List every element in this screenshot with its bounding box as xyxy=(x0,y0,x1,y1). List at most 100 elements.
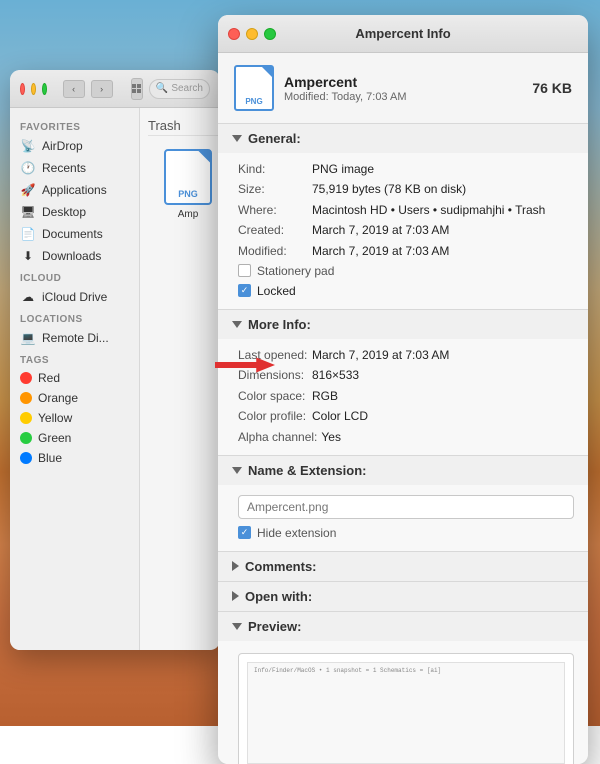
sidebar-tag-red[interactable]: Red xyxy=(10,368,139,388)
name-extension-content: ✓ Hide extension xyxy=(218,485,588,551)
kind-label: Kind: xyxy=(238,159,308,179)
sidebar-item-recents[interactable]: 🕐 Recents xyxy=(10,157,139,179)
general-section-header[interactable]: General: xyxy=(218,124,588,153)
created-label: Created: xyxy=(238,220,308,240)
more-info-section-title: More Info: xyxy=(248,317,311,332)
name-extension-title: Name & Extension: xyxy=(248,463,366,478)
sidebar-label-applications: Applications xyxy=(42,183,107,197)
tag-label-orange: Orange xyxy=(38,391,78,405)
more-info-triangle-icon xyxy=(232,321,242,328)
sidebar-item-icloud-drive[interactable]: ☁ iCloud Drive xyxy=(10,286,139,308)
search-bar[interactable]: 🔍 Search xyxy=(149,79,210,99)
sidebar-tag-orange[interactable]: Orange xyxy=(10,388,139,408)
hide-extension-label: Hide extension xyxy=(257,526,336,540)
info-header: PNG Ampercent Modified: Today, 7:03 AM 7… xyxy=(218,53,588,124)
modified-label: Modified: xyxy=(238,241,308,261)
alpha-channel-value: Yes xyxy=(321,427,574,447)
minimize-button[interactable] xyxy=(31,83,36,95)
preview-section-header[interactable]: Preview: xyxy=(218,612,588,641)
stationery-checkbox[interactable] xyxy=(238,264,251,277)
finder-file-icon: PNG xyxy=(164,149,212,205)
info-body: General: Kind: PNG image Size: 75,919 by… xyxy=(218,124,588,764)
favorites-label: Favorites xyxy=(10,116,139,135)
locked-checkbox[interactable]: ✓ xyxy=(238,284,251,297)
finder-titlebar: ‹ › 🔍 Search xyxy=(10,70,220,108)
red-arrow-indicator xyxy=(215,355,275,375)
finder-file-name: Amp xyxy=(178,209,199,220)
size-value: 75,919 bytes (78 KB on disk) xyxy=(312,179,574,199)
sidebar-tag-green[interactable]: Green xyxy=(10,428,139,448)
preview-triangle-icon xyxy=(232,623,242,630)
color-profile-label: Color profile: xyxy=(238,406,308,426)
filename-input[interactable] xyxy=(238,495,574,519)
search-icon: 🔍 xyxy=(156,83,168,94)
size-label: Size: xyxy=(238,179,308,199)
back-button[interactable]: ‹ xyxy=(63,80,85,98)
last-opened-row: Last opened: March 7, 2019 at 7:03 AM xyxy=(238,345,574,365)
forward-button[interactable]: › xyxy=(91,80,113,98)
sidebar-label-desktop: Desktop xyxy=(42,205,86,219)
icloud-icon: ☁ xyxy=(20,289,36,305)
where-label: Where: xyxy=(238,200,308,220)
red-dot xyxy=(20,372,32,384)
open-with-section: Open with: xyxy=(218,582,588,612)
recents-icon: 🕐 xyxy=(20,160,36,176)
color-profile-row: Color profile: Color LCD xyxy=(238,406,574,426)
sidebar-label-icloud-drive: iCloud Drive xyxy=(42,290,107,304)
tag-label-green: Green xyxy=(38,431,71,445)
green-dot xyxy=(20,432,32,444)
open-with-triangle-icon xyxy=(232,591,239,601)
sidebar-item-applications[interactable]: 🚀 Applications xyxy=(10,179,139,201)
locked-row[interactable]: ✓ Locked xyxy=(238,281,574,301)
info-filesize: 76 KB xyxy=(532,80,572,96)
open-with-section-header[interactable]: Open with: xyxy=(218,582,588,611)
name-extension-header[interactable]: Name & Extension: xyxy=(218,456,588,485)
modified-value: March 7, 2019 at 7:03 AM xyxy=(312,241,574,261)
info-close-button[interactable] xyxy=(228,28,240,40)
info-titlebar: Ampercent Info xyxy=(218,15,588,53)
sidebar-label-documents: Documents xyxy=(42,227,103,241)
finder-file-item[interactable]: PNG Amp xyxy=(148,144,220,224)
maximize-button[interactable] xyxy=(42,83,47,95)
last-opened-value: March 7, 2019 at 7:03 AM xyxy=(312,345,574,365)
locked-label: Locked xyxy=(257,284,296,298)
sidebar-item-remote[interactable]: 💻 Remote Di... xyxy=(10,327,139,349)
more-info-section-header[interactable]: More Info: xyxy=(218,310,588,339)
locations-label: Locations xyxy=(10,308,139,327)
preview-section-content: Info/Finder/MacOS • 1 snapshot = 1 Schem… xyxy=(218,641,588,764)
sidebar-item-desktop[interactable]: 🖥 Desktop xyxy=(10,201,139,223)
general-section-content: Kind: PNG image Size: 75,919 bytes (78 K… xyxy=(218,153,588,309)
sidebar-item-downloads[interactable]: ⬇ Downloads xyxy=(10,245,139,267)
orange-dot xyxy=(20,392,32,404)
sidebar-label-airdrop: AirDrop xyxy=(42,139,83,153)
applications-icon: 🚀 xyxy=(20,182,36,198)
sidebar-tag-yellow[interactable]: Yellow xyxy=(10,408,139,428)
preview-inner: Info/Finder/MacOS • 1 snapshot = 1 Schem… xyxy=(247,662,565,764)
finder-body: Favorites 📡 AirDrop 🕐 Recents 🚀 Applicat… xyxy=(10,108,220,650)
tag-label-yellow: Yellow xyxy=(38,411,72,425)
tag-label-red: Red xyxy=(38,371,60,385)
sidebar-item-airdrop[interactable]: 📡 AirDrop xyxy=(10,135,139,157)
comments-section-header[interactable]: Comments: xyxy=(218,552,588,581)
view-toggle[interactable] xyxy=(131,78,143,100)
stationery-row[interactable]: Stationery pad xyxy=(238,261,574,281)
hide-extension-checkbox[interactable]: ✓ xyxy=(238,526,251,539)
info-maximize-button[interactable] xyxy=(264,28,276,40)
general-created-row: Created: March 7, 2019 at 7:03 AM xyxy=(238,220,574,240)
kind-value: PNG image xyxy=(312,159,574,179)
hide-extension-row[interactable]: ✓ Hide extension xyxy=(238,523,574,543)
close-button[interactable] xyxy=(20,83,25,95)
dimensions-value: 816×533 xyxy=(312,365,574,385)
blue-dot xyxy=(20,452,32,464)
sidebar-tag-blue[interactable]: Blue xyxy=(10,448,139,468)
more-info-section: More Info: Last opened: March 7, 2019 at… xyxy=(218,310,588,456)
general-where-row: Where: Macintosh HD • Users • sudipmahjh… xyxy=(238,200,574,220)
sidebar-item-documents[interactable]: 📄 Documents xyxy=(10,223,139,245)
info-minimize-button[interactable] xyxy=(246,28,258,40)
comments-section: Comments: xyxy=(218,552,588,582)
info-filename: Ampercent xyxy=(284,74,522,90)
color-space-label: Color space: xyxy=(238,386,308,406)
finder-window: ‹ › 🔍 Search Favorites 📡 AirDrop 🕐 Recen… xyxy=(10,70,220,650)
content-folder-label: Trash xyxy=(148,116,220,136)
icloud-label: iCloud xyxy=(10,267,139,286)
